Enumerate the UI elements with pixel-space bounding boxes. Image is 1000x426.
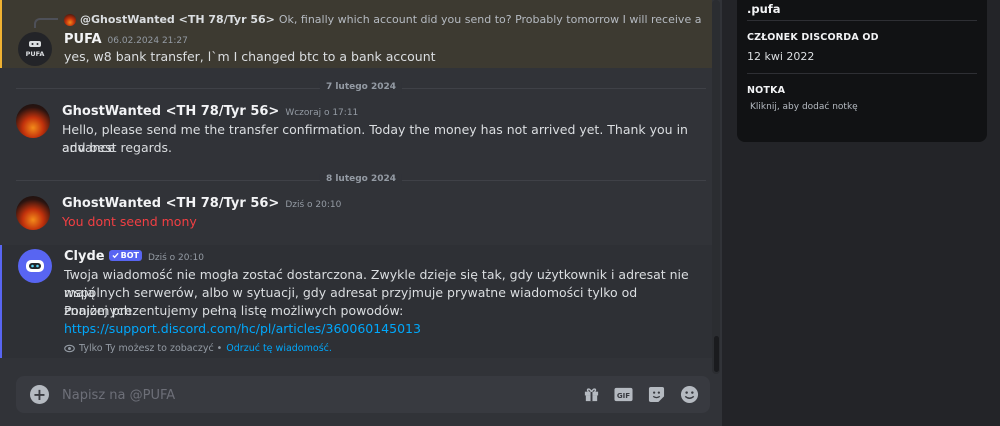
emoji-icon[interactable] (680, 385, 699, 404)
timestamp: 06.02.2024 21:27 (107, 36, 188, 46)
date-divider-label: 7 lutego 2024 (319, 82, 403, 92)
note-input[interactable]: Kliknij, aby dodać notkę (747, 102, 977, 120)
message-header: Clyde BOT Dziś o 20:10 (64, 249, 204, 264)
scrollbar-track[interactable] (712, 0, 720, 374)
author-name[interactable]: Clyde (64, 249, 105, 264)
message-ghost-2[interactable]: GhostWanted <TH 78/Tyr 56> Dziś o 20:10 … (0, 192, 712, 236)
avatar-pufa[interactable]: PUFA (18, 32, 52, 66)
author-name[interactable]: GhostWanted <TH 78/Tyr 56> (62, 196, 279, 211)
bot-badge: BOT (108, 250, 142, 261)
message-text: You dont seend mony (62, 214, 197, 229)
gift-icon[interactable] (582, 385, 601, 404)
profile-card: .pufa CZŁONEK DISCORDA OD 12 kwi 2022 NO… (737, 0, 987, 142)
gif-icon[interactable]: GIF (614, 385, 633, 404)
message-text: yes, w8 bank transfer, l`m I changed btc… (64, 49, 436, 64)
member-since-heading: CZŁONEK DISCORDA OD (747, 32, 879, 43)
message-text-line: and best regards. (62, 140, 172, 155)
avatar-ghost[interactable] (16, 196, 50, 230)
verified-check-icon (112, 252, 119, 259)
message-input[interactable] (62, 385, 562, 405)
message-text-line: Poniżej prezentujemy pełną listę możliwy… (64, 303, 404, 318)
message-header: GhostWanted <TH 78/Tyr 56> Dziś o 20:10 (62, 196, 341, 211)
dismiss-message-link[interactable]: Odrzuć tę wiadomość. (226, 343, 332, 354)
ephemeral-text: Tylko Ty możesz to zobaczyć • (79, 343, 223, 354)
date-divider: 7 lutego 2024 (16, 82, 706, 92)
reply-avatar (64, 13, 76, 26)
pufa-logo-icon: PUFA (26, 41, 45, 58)
scrollbar-thumb[interactable] (714, 336, 719, 372)
author-name[interactable]: GhostWanted <TH 78/Tyr 56> (62, 104, 279, 119)
reply-author[interactable]: @GhostWanted <TH 78/Tyr 56> (80, 13, 275, 26)
divider (747, 73, 977, 74)
support-link[interactable]: https://support.discord.com/hc/pl/articl… (64, 320, 421, 338)
date-divider-label: 8 lutego 2024 (319, 174, 403, 184)
avatar-ghost[interactable] (16, 104, 50, 138)
profile-username: .pufa (747, 2, 781, 16)
reply-connector (34, 18, 58, 28)
reply-preview[interactable]: @GhostWanted <TH 78/Tyr 56> Ok, finally … (64, 13, 704, 26)
gif-label: GIF (617, 391, 630, 400)
eye-icon (64, 344, 75, 353)
date-divider: 8 lutego 2024 (16, 174, 706, 184)
message-composer: + GIF (16, 376, 710, 413)
avatar-clyde[interactable] (18, 249, 52, 283)
message-clyde[interactable]: Clyde BOT Dziś o 20:10 Twoja wiadomość n… (0, 245, 712, 358)
add-circle-icon[interactable]: + (30, 385, 49, 404)
clyde-robot-icon (26, 260, 44, 272)
avatar-text: PUFA (26, 50, 45, 58)
sticker-icon[interactable] (647, 385, 666, 404)
member-since-date: 12 kwi 2022 (747, 50, 815, 63)
divider (747, 20, 977, 21)
timestamp: Dziś o 20:10 (285, 200, 342, 210)
timestamp: Wczoraj o 17:11 (285, 108, 359, 118)
message-header: PUFA 06.02.2024 21:27 (64, 32, 188, 47)
author-name[interactable]: PUFA (64, 32, 102, 47)
message-header: GhostWanted <TH 78/Tyr 56> Wczoraj o 17:… (62, 104, 358, 119)
bot-badge-label: BOT (120, 251, 139, 260)
profile-panel: .pufa CZŁONEK DISCORDA OD 12 kwi 2022 NO… (722, 0, 1000, 426)
timestamp: Dziś o 20:10 (147, 253, 204, 263)
message-ghost-1[interactable]: GhostWanted <TH 78/Tyr 56> Wczoraj o 17:… (0, 100, 712, 162)
message-pufa[interactable]: @GhostWanted <TH 78/Tyr 56> Ok, finally … (0, 0, 712, 68)
chat-area: @GhostWanted <TH 78/Tyr 56> Ok, finally … (0, 0, 722, 426)
ephemeral-notice: Tylko Ty możesz to zobaczyć • Odrzuć tę … (64, 343, 332, 354)
note-heading: NOTKA (747, 85, 786, 96)
reply-text: Ok, finally which account did you send t… (278, 13, 704, 26)
